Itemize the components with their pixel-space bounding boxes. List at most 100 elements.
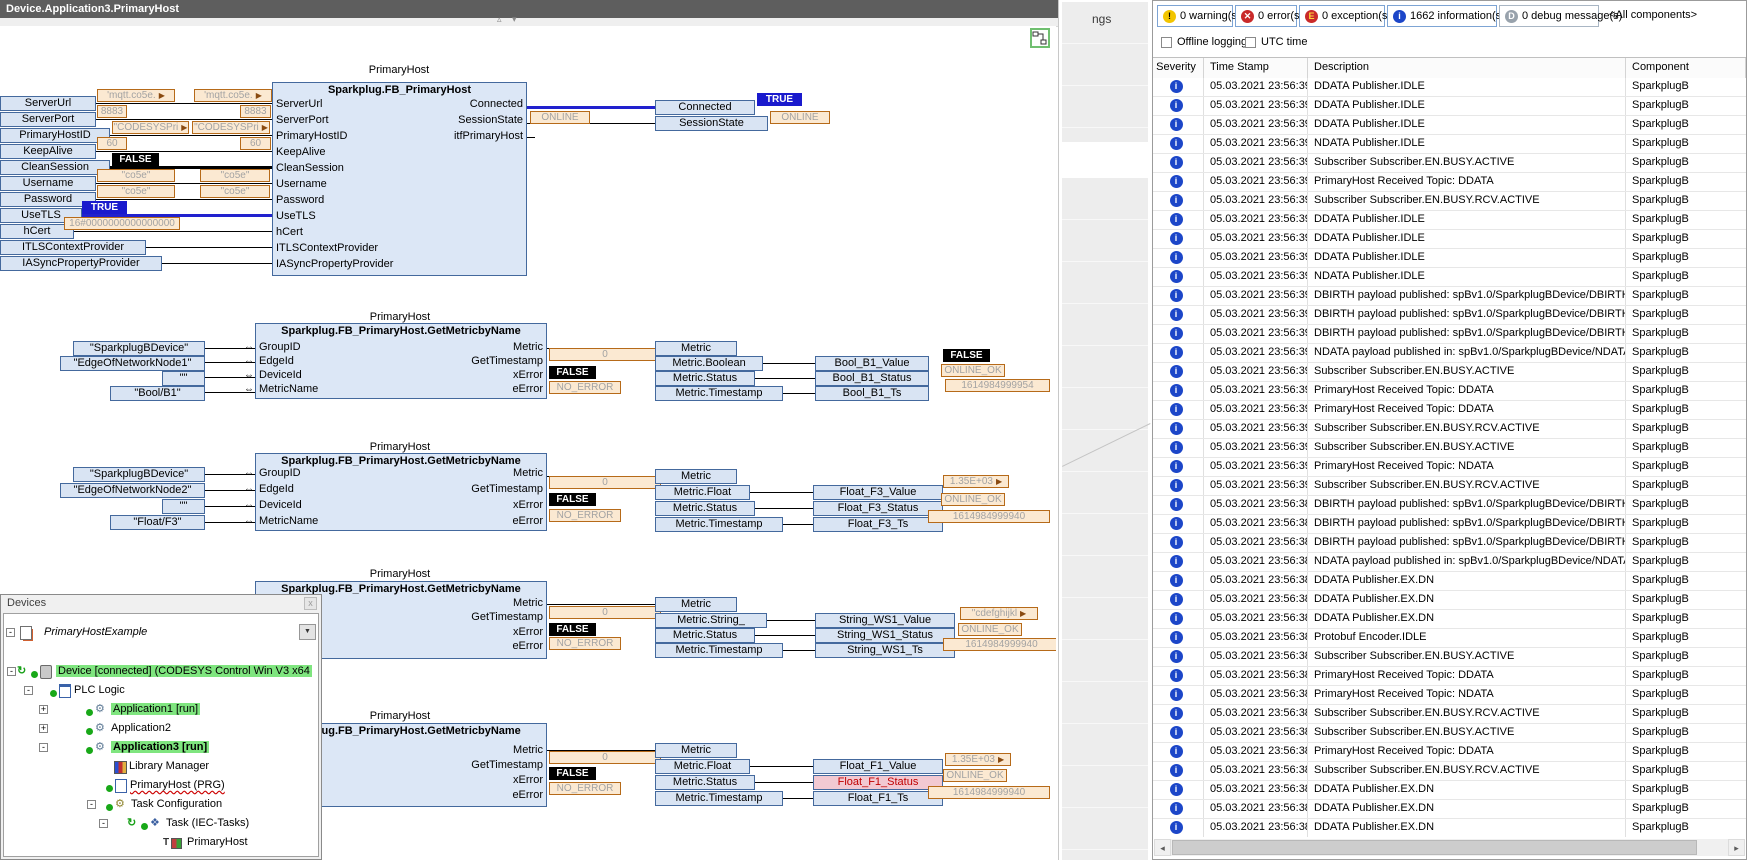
column-header-severity[interactable]: Severity <box>1153 58 1204 78</box>
log-row[interactable]: i05.03.2021 23:56:38DBIRTH payload publi… <box>1153 496 1746 515</box>
log-row[interactable]: i05.03.2021 23:56:38Subscriber Subscribe… <box>1153 648 1746 667</box>
badge-0[interactable]: 0 <box>549 476 661 489</box>
badge-1-35e-03[interactable]: 1.35E+03▶ <box>945 753 1011 766</box>
log-row[interactable]: i05.03.2021 23:56:39Subscriber Subscribe… <box>1153 439 1746 458</box>
vbox-metric-status[interactable]: Metric.Status <box>655 775 755 790</box>
badge-codesyspri[interactable]: "CODESYSPri▶ <box>192 121 270 134</box>
vbox-sparkplugbdevice[interactable]: "SparkplugBDevice" <box>73 341 205 356</box>
vbox-string-ws1-ts[interactable]: String_WS1_Ts <box>815 643 955 658</box>
vbox-metric-boolean[interactable]: Metric.Boolean <box>655 356 763 371</box>
scroll-left-icon[interactable]: ◂ <box>1154 839 1171 856</box>
badge-co5e[interactable]: "co5e" <box>200 185 270 198</box>
vbox-itlscontextprovider[interactable]: ITLSContextProvider <box>0 240 146 255</box>
vbox-cleansession[interactable]: CleanSession <box>0 160 110 175</box>
vbox-username[interactable]: Username <box>0 176 96 191</box>
bbadge-false[interactable]: FALSE <box>112 153 159 166</box>
badge-8883[interactable]: 8883 <box>97 105 127 118</box>
badge-no-error[interactable]: NO_ERROR <box>549 509 621 522</box>
vbox-float-f3-ts[interactable]: Float_F3_Ts <box>813 517 943 532</box>
vbox-bool-b1-status[interactable]: Bool_B1_Status <box>815 371 929 386</box>
log-row[interactable]: i05.03.2021 23:56:39NDATA Publisher.IDLE… <box>1153 135 1746 154</box>
badge-16-0000000000000000[interactable]: 16#0000000000000000 <box>64 217 180 230</box>
blbadge-true[interactable]: TRUE <box>82 201 127 214</box>
filter-error-button[interactable]: ✕0 error(s) <box>1235 5 1297 27</box>
column-header-time-stamp[interactable]: Time Stamp <box>1204 58 1308 78</box>
vbox-float-f3[interactable]: "Float/F3" <box>110 515 205 530</box>
badge-online-ok[interactable]: ONLINE_OK <box>941 364 1005 377</box>
badge-no-error[interactable]: NO_ERROR <box>549 782 621 795</box>
log-row[interactable]: i05.03.2021 23:56:39DDATA Publisher.IDLE… <box>1153 230 1746 249</box>
vbox-bool-b1-ts[interactable]: Bool_B1_Ts <box>815 386 929 401</box>
log-row[interactable]: i05.03.2021 23:56:39PrimaryHost Received… <box>1153 382 1746 401</box>
badge-online[interactable]: ONLINE <box>770 111 830 124</box>
badge-online[interactable]: ONLINE <box>530 111 590 124</box>
bbadge-false[interactable]: FALSE <box>549 366 596 379</box>
vbox-metric-status[interactable]: Metric.Status <box>655 371 755 386</box>
badge-60[interactable]: 60 <box>240 137 271 150</box>
badge-online-ok[interactable]: ONLINE_OK <box>943 769 1007 782</box>
collapse-icon[interactable]: - <box>39 743 48 752</box>
filter-exception-button[interactable]: E0 exception(s) <box>1299 5 1385 27</box>
log-row[interactable]: i05.03.2021 23:56:39DDATA Publisher.IDLE… <box>1153 211 1746 230</box>
badge-8883[interactable]: 8883 <box>240 105 271 118</box>
vbox-bool-b1[interactable]: "Bool/B1" <box>110 386 205 401</box>
log-row[interactable]: i05.03.2021 23:56:38DDATA Publisher.EX.D… <box>1153 610 1746 629</box>
log-row[interactable]: i05.03.2021 23:56:38DDATA Publisher.EX.D… <box>1153 591 1746 610</box>
log-hscrollbar[interactable]: ◂ ▸ <box>1154 839 1745 856</box>
badge-co5e[interactable]: "co5e" <box>200 169 270 182</box>
collapse-icon[interactable]: - <box>24 686 33 695</box>
collapse-icon[interactable]: - <box>99 819 108 828</box>
badge-online-ok[interactable]: ONLINE_OK <box>958 623 1022 636</box>
log-row[interactable]: i05.03.2021 23:56:39DBIRTH payload publi… <box>1153 287 1746 306</box>
bbadge-false[interactable]: FALSE <box>549 493 596 506</box>
bbadge-false[interactable]: FALSE <box>943 349 990 362</box>
collapse-up-icon[interactable]: ▵ <box>497 15 502 24</box>
vbox-serverurl[interactable]: ServerUrl <box>0 96 96 111</box>
vbox-metric-timestamp[interactable]: Metric.Timestamp <box>655 791 783 806</box>
tree-item-device-connected-codesys-con[interactable]: -↻Device [connected] (CODESYS Control Wi… <box>4 662 318 681</box>
log-row[interactable]: i05.03.2021 23:56:39DDATA Publisher.IDLE… <box>1153 249 1746 268</box>
vbox-float-f1-status[interactable]: Float_F1_Status <box>813 775 943 790</box>
log-row[interactable]: i05.03.2021 23:56:38DDATA Publisher.EX.D… <box>1153 781 1746 800</box>
badge-60[interactable]: 60 <box>97 137 127 150</box>
vbox-[interactable]: "" <box>162 371 205 386</box>
utc-time-checkbox[interactable] <box>1245 37 1256 48</box>
log-row[interactable]: i05.03.2021 23:56:39DBIRTH payload publi… <box>1153 325 1746 344</box>
log-row[interactable]: i05.03.2021 23:56:38PrimaryHost Received… <box>1153 686 1746 705</box>
vbox-float-f3-value[interactable]: Float_F3_Value <box>813 485 943 500</box>
fbd-network-icon[interactable] <box>1030 28 1050 48</box>
log-row[interactable]: i05.03.2021 23:56:39Subscriber Subscribe… <box>1153 420 1746 439</box>
vbox-metric-timestamp[interactable]: Metric.Timestamp <box>655 386 783 401</box>
vbox-keepalive[interactable]: KeepAlive <box>0 144 96 159</box>
vbox-float-f3-status[interactable]: Float_F3_Status <box>813 501 943 516</box>
column-header-component[interactable]: Component <box>1626 58 1746 78</box>
log-row[interactable]: i05.03.2021 23:56:39PrimaryHost Received… <box>1153 173 1746 192</box>
badge-1-35e-03[interactable]: 1.35E+03▶ <box>943 475 1009 488</box>
expand-icon[interactable]: + <box>39 705 48 714</box>
log-row[interactable]: i05.03.2021 23:56:39Subscriber Subscribe… <box>1153 192 1746 211</box>
vbox-metric-timestamp[interactable]: Metric.Timestamp <box>655 517 783 532</box>
blbadge-true[interactable]: TRUE <box>757 93 802 106</box>
log-row[interactable]: i05.03.2021 23:56:39DBIRTH payload publi… <box>1153 306 1746 325</box>
combo-dropdown-icon[interactable]: ▼ <box>299 624 316 640</box>
vbox-metric-string[interactable]: Metric.String_ <box>655 613 767 628</box>
vbox-string-ws1-status[interactable]: String_WS1_Status <box>815 628 955 643</box>
tree-item-primaryhost[interactable]: TPrimaryHost <box>4 833 318 852</box>
log-row[interactable]: i05.03.2021 23:56:38DDATA Publisher.EX.D… <box>1153 572 1746 591</box>
log-row[interactable]: i05.03.2021 23:56:39DDATA Publisher.IDLE… <box>1153 97 1746 116</box>
badge-0[interactable]: 0 <box>549 751 661 764</box>
vbox-metric-float[interactable]: Metric.Float <box>655 759 750 774</box>
badge-no-error[interactable]: NO_ERROR <box>549 637 621 650</box>
log-row[interactable]: i05.03.2021 23:56:39Subscriber Subscribe… <box>1153 363 1746 382</box>
log-row[interactable]: i05.03.2021 23:56:39DDATA Publisher.IDLE… <box>1153 116 1746 135</box>
log-row[interactable]: i05.03.2021 23:56:38PrimaryHost Received… <box>1153 743 1746 762</box>
vbox-[interactable]: "" <box>162 499 205 514</box>
badge-co5e[interactable]: "co5e" <box>97 185 175 198</box>
badge-1614984999940[interactable]: 1614984999940 <box>943 638 1056 651</box>
vbox-metric-status[interactable]: Metric.Status <box>655 628 755 643</box>
devices-close-button[interactable]: x <box>304 597 317 610</box>
log-row[interactable]: i05.03.2021 23:56:39Subscriber Subscribe… <box>1153 154 1746 173</box>
vbox-metric-status[interactable]: Metric.Status <box>655 501 755 516</box>
vbox-metric-float[interactable]: Metric.Float <box>655 485 750 500</box>
vbox-metric[interactable]: Metric <box>655 743 737 758</box>
